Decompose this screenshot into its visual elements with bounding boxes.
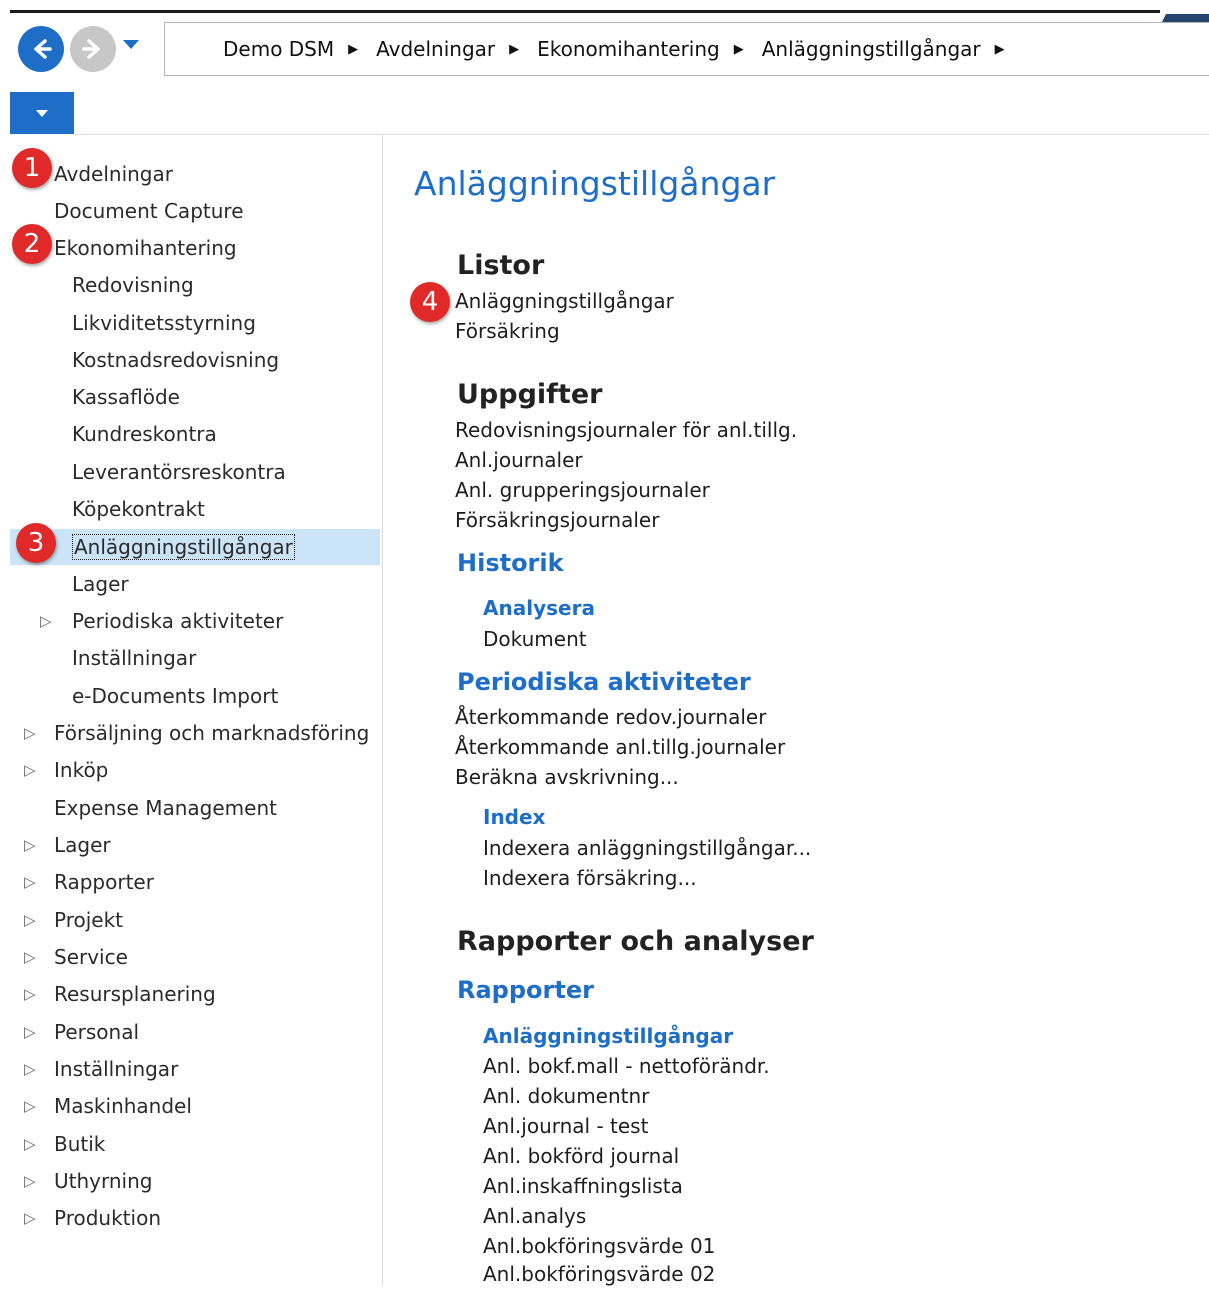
- sidebar-item-redovisning[interactable]: Redovisning: [72, 270, 194, 300]
- sidebar-item-leverantorsreskontra[interactable]: Leverantörsreskontra: [72, 457, 286, 487]
- breadcrumb-item[interactable]: Avdelningar: [376, 37, 495, 61]
- sidebar-item-ekonomihantering[interactable]: Ekonomihantering: [54, 233, 237, 263]
- link-dokument[interactable]: Dokument: [483, 624, 587, 654]
- breadcrumb-item[interactable]: Ekonomihantering: [537, 37, 720, 61]
- expand-triangle-icon[interactable]: ▷: [24, 867, 36, 897]
- sidebar-item-maskinhandel[interactable]: Maskinhandel: [54, 1091, 192, 1121]
- sidebar-item-rapporter[interactable]: Rapporter: [54, 867, 154, 897]
- breadcrumb-separator-icon[interactable]: ▶: [734, 42, 744, 57]
- sidebar-item-kassaflode[interactable]: Kassaflöde: [72, 382, 180, 412]
- expand-triangle-icon[interactable]: ▷: [24, 1129, 36, 1159]
- caret-down-icon: [36, 109, 48, 117]
- sidebar-item-forsaljning[interactable]: Försäljning och marknadsföring: [54, 718, 369, 748]
- sidebar-item-butik[interactable]: Butik: [54, 1129, 105, 1159]
- group-heading-periodiska-aktiviteter: Periodiska aktiviteter: [457, 668, 751, 696]
- sidebar-item-periodiska-aktiviteter[interactable]: Periodiska aktiviteter: [72, 606, 283, 636]
- link-aterkommande-anl[interactable]: Återkommande anl.tillg.journaler: [455, 732, 785, 762]
- breadcrumb-item[interactable]: Demo DSM: [223, 37, 334, 61]
- arrow-right-icon: [82, 39, 100, 59]
- annotation-badge: 3: [16, 523, 56, 563]
- sidebar-item-label: Anläggningstillgångar: [72, 534, 295, 560]
- expand-triangle-icon[interactable]: ▷: [40, 606, 52, 636]
- breadcrumb-separator-icon[interactable]: ▶: [509, 42, 519, 57]
- link-report[interactable]: Anl.journal - test: [483, 1111, 648, 1141]
- section-heading-rapporter-och-analyser: Rapporter och analyser: [457, 926, 814, 957]
- sidebar-item-lager[interactable]: Lager: [72, 569, 129, 599]
- sidebar-item-installningar[interactable]: Inställningar: [72, 643, 196, 673]
- link-indexera-anlaggningstillgangar[interactable]: Indexera anläggningstillgångar...: [483, 833, 811, 863]
- expand-triangle-icon[interactable]: ▷: [24, 1017, 36, 1047]
- sidebar-item-personal[interactable]: Personal: [54, 1017, 139, 1047]
- sidebar-item-kopekontrakt[interactable]: Köpekontrakt: [72, 494, 205, 524]
- section-heading-uppgifter: Uppgifter: [457, 379, 603, 410]
- sidebar-item-avdelningar[interactable]: Avdelningar: [54, 159, 173, 189]
- annotation-badge: 4: [410, 282, 450, 322]
- navigation-pane: Avdelningar Document Capture Ekonomihant…: [10, 135, 383, 1285]
- subgroup-heading-anlaggningstillgangar: Anläggningstillgångar: [483, 1024, 734, 1048]
- expand-triangle-icon[interactable]: ▷: [24, 942, 36, 972]
- expand-triangle-icon[interactable]: ▷: [24, 1054, 36, 1084]
- sidebar-item-expense-management[interactable]: Expense Management: [54, 793, 277, 823]
- section-heading-listor: Listor: [457, 250, 545, 281]
- arrow-left-icon: [34, 39, 52, 59]
- expand-triangle-icon[interactable]: ▷: [24, 1203, 36, 1233]
- link-anl-grupperingsjournaler[interactable]: Anl. grupperingsjournaler: [455, 475, 710, 505]
- sidebar-item-service[interactable]: Service: [54, 942, 128, 972]
- sidebar-item-uthyrning[interactable]: Uthyrning: [54, 1166, 152, 1196]
- annotation-badge: 2: [12, 224, 52, 264]
- sidebar-item-projekt[interactable]: Projekt: [54, 905, 123, 935]
- expand-triangle-icon[interactable]: ▷: [24, 755, 36, 785]
- breadcrumb: Demo DSM ▶ Avdelningar ▶ Ekonomihantering ▶…: [223, 23, 1023, 75]
- sidebar-item-produktion[interactable]: Produktion: [54, 1203, 161, 1233]
- link-anl-journaler[interactable]: Anl.journaler: [455, 445, 583, 475]
- navigation-menu-button[interactable]: [10, 92, 74, 134]
- expand-triangle-icon[interactable]: ▷: [24, 1091, 36, 1121]
- link-aterkommande-redov[interactable]: Återkommande redov.journaler: [455, 702, 766, 732]
- sidebar-item-document-capture[interactable]: Document Capture: [54, 196, 244, 226]
- sidebar-item-likviditetsstyrning[interactable]: Likviditetsstyrning: [72, 308, 256, 338]
- history-dropdown-button[interactable]: [122, 36, 140, 55]
- window-top-border: [10, 10, 1160, 13]
- expand-triangle-icon[interactable]: ▷: [24, 905, 36, 935]
- address-bar[interactable]: Demo DSM ▶ Avdelningar ▶ Ekonomihantering ▶…: [164, 22, 1209, 76]
- link-redovisningsjournaler[interactable]: Redovisningsjournaler för anl.tillg.: [455, 415, 797, 445]
- annotation-badge: 1: [12, 148, 52, 188]
- sidebar-item-anlaggningstillgangar[interactable]: Anläggningstillgångar: [72, 532, 295, 562]
- link-forsakring[interactable]: Försäkring: [455, 316, 560, 346]
- breadcrumb-separator-icon[interactable]: ▶: [348, 42, 358, 57]
- expand-triangle-icon[interactable]: ▷: [24, 830, 36, 860]
- back-button[interactable]: [18, 26, 64, 72]
- sidebar-item-kostnadsredovisning[interactable]: Kostnadsredovisning: [72, 345, 279, 375]
- link-berakna-avskrivning[interactable]: Beräkna avskrivning...: [455, 762, 679, 792]
- sidebar-item-lager-top[interactable]: Lager: [54, 830, 111, 860]
- expand-triangle-icon[interactable]: ▷: [24, 1166, 36, 1196]
- link-report[interactable]: Anl. dokumentnr: [483, 1081, 649, 1111]
- caret-down-icon: [123, 40, 139, 49]
- breadcrumb-item[interactable]: Anläggningstillgångar: [762, 37, 981, 61]
- forward-button[interactable]: [70, 26, 116, 72]
- expand-triangle-icon[interactable]: ▷: [24, 718, 36, 748]
- sidebar-item-installningar-top[interactable]: Inställningar: [54, 1054, 178, 1084]
- link-forsakringsjournaler[interactable]: Försäkringsjournaler: [455, 505, 659, 535]
- link-indexera-forsakring[interactable]: Indexera försäkring...: [483, 863, 697, 893]
- link-anlaggningstillgangar[interactable]: Anläggningstillgångar: [455, 286, 674, 316]
- expand-triangle-icon[interactable]: ▷: [24, 979, 36, 1009]
- sidebar-item-kundreskontra[interactable]: Kundreskontra: [72, 419, 217, 449]
- page-title: Anläggningstillgångar: [414, 164, 776, 203]
- link-report[interactable]: Anl.inskaffningslista: [483, 1171, 683, 1201]
- link-report[interactable]: Anl. bokförd journal: [483, 1141, 679, 1171]
- link-report[interactable]: Anl. bokf.mall - nettoförändr.: [483, 1051, 770, 1081]
- group-heading-historik: Historik: [457, 549, 564, 577]
- sidebar-item-inkop[interactable]: Inköp: [54, 755, 108, 785]
- link-report[interactable]: Anl.analys: [483, 1201, 586, 1231]
- subgroup-heading-analysera: Analysera: [483, 596, 595, 620]
- subgroup-heading-index: Index: [483, 805, 546, 829]
- breadcrumb-separator-icon[interactable]: ▶: [995, 42, 1005, 57]
- sidebar-item-resursplanering[interactable]: Resursplanering: [54, 979, 216, 1009]
- group-heading-rapporter: Rapporter: [457, 976, 594, 1004]
- sidebar-item-e-documents-import[interactable]: e-Documents Import: [72, 681, 278, 711]
- link-report[interactable]: Anl.bokföringsvärde 01: [483, 1231, 715, 1261]
